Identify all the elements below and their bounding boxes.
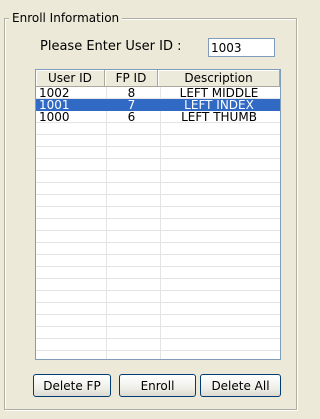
grid-row-divider bbox=[36, 242, 280, 243]
enroll-dialog: Enroll Information Please Enter User ID … bbox=[0, 0, 305, 419]
grid-row-divider bbox=[36, 266, 280, 267]
cell-description: LEFT MIDDLE bbox=[179, 87, 259, 99]
group-title: Enroll Information bbox=[9, 11, 123, 25]
table-row-selected[interactable]: 1001 7 LEFT INDEX bbox=[36, 99, 280, 111]
grid-row-divider bbox=[36, 254, 280, 255]
grid-row-divider bbox=[36, 326, 280, 327]
fingerprint-list[interactable]: User ID FP ID Description 1002 8 LEFT MI… bbox=[35, 69, 281, 360]
grid-column-divider bbox=[106, 87, 107, 359]
cell-user-id: 1002 bbox=[39, 87, 70, 99]
delete-all-button[interactable]: Delete All bbox=[200, 374, 281, 397]
cell-user-id: 1000 bbox=[39, 111, 70, 123]
grid-column-divider bbox=[160, 87, 161, 359]
delete-fp-button[interactable]: Delete FP bbox=[33, 374, 111, 397]
cell-fp-id: 7 bbox=[127, 99, 136, 111]
list-body: 1002 8 LEFT MIDDLE 1001 7 LEFT INDEX 100… bbox=[36, 87, 280, 359]
grid-row-divider bbox=[36, 194, 280, 195]
grid-row-divider bbox=[36, 290, 280, 291]
grid-row-divider bbox=[36, 134, 280, 135]
grid-row-divider bbox=[36, 278, 280, 279]
grid-row-divider bbox=[36, 230, 280, 231]
grid-row-divider bbox=[36, 314, 280, 315]
grid-row-divider bbox=[36, 350, 280, 351]
grid-row-divider bbox=[36, 182, 280, 183]
cell-fp-id: 6 bbox=[127, 111, 136, 123]
user-id-prompt-label: Please Enter User ID : bbox=[40, 39, 182, 54]
grid-row-divider bbox=[36, 146, 280, 147]
user-id-input[interactable] bbox=[208, 38, 275, 57]
cell-fp-id: 8 bbox=[127, 87, 136, 99]
table-row[interactable]: 1000 6 LEFT THUMB bbox=[36, 111, 280, 123]
list-header: User ID FP ID Description bbox=[36, 70, 280, 87]
enroll-button[interactable]: Enroll bbox=[119, 374, 196, 397]
grid-row-divider bbox=[36, 158, 280, 159]
cell-description: LEFT THUMB bbox=[181, 111, 257, 123]
column-header-description[interactable]: Description bbox=[158, 70, 280, 87]
cell-user-id: 1001 bbox=[39, 99, 70, 111]
column-header-fp-id[interactable]: FP ID bbox=[104, 70, 159, 87]
grid-row-divider bbox=[36, 302, 280, 303]
column-header-user-id[interactable]: User ID bbox=[36, 70, 105, 87]
grid-row-divider bbox=[36, 218, 280, 219]
grid-row-divider bbox=[36, 338, 280, 339]
table-row[interactable]: 1002 8 LEFT MIDDLE bbox=[36, 87, 280, 99]
cell-description: LEFT INDEX bbox=[184, 99, 254, 111]
grid-row-divider bbox=[36, 170, 280, 171]
grid-row-divider bbox=[36, 206, 280, 207]
